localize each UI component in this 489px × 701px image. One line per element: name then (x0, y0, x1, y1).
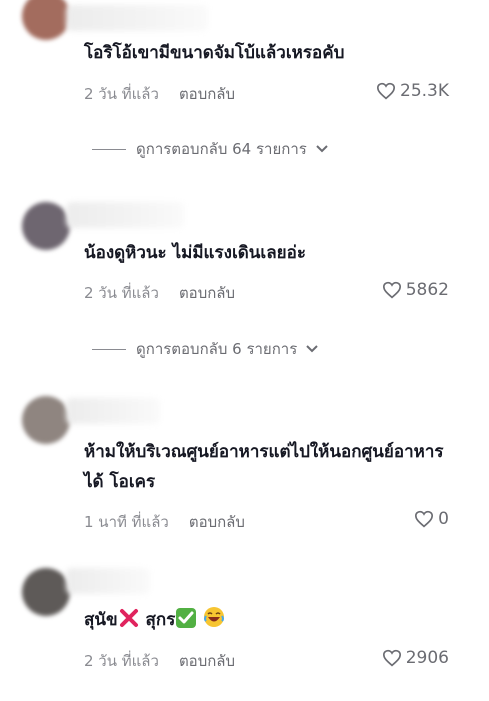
like-button[interactable]: 0 (414, 509, 449, 529)
comment-text: น้องดูหิวนะ ไม่มีแรงเดินเลยอ่ะ (84, 243, 306, 263)
view-replies-button[interactable]: ดูการตอบกลับ 6 รายการ (92, 337, 319, 361)
heart-icon (376, 82, 396, 100)
avatar[interactable] (22, 202, 70, 250)
laughing-face-icon (204, 607, 225, 627)
comment-text-part: สุกร (139, 610, 176, 630)
username-blurred[interactable] (66, 202, 184, 228)
cross-mark-icon (119, 609, 138, 627)
username-blurred[interactable] (66, 5, 208, 31)
view-replies-label: ดูการตอบกลับ 64 รายการ (136, 140, 307, 158)
view-replies-label: ดูการตอบกลับ 6 รายการ (136, 340, 298, 358)
comment-text: ห้ามให้บริเวณศูนย์อาหารแต่ไปให้นอกศูนย์อ… (84, 442, 444, 492)
comment-text: สุนัข สุกร (84, 605, 464, 635)
comment-meta: 1 นาที ที่แล้ว ตอบกลับ (84, 510, 245, 534)
view-replies-button[interactable]: ดูการตอบกลับ 64 รายการ (92, 137, 329, 161)
comment-meta: 2 วัน ที่แล้ว ตอบกลับ (84, 281, 235, 305)
like-button[interactable]: 2906 (382, 648, 449, 668)
like-button[interactable]: 25.3K (376, 81, 449, 101)
reply-button[interactable]: ตอบกลับ (179, 82, 235, 106)
comment-meta: 2 วัน ที่แล้ว ตอบกลับ (84, 649, 235, 673)
chevron-down-icon (306, 345, 318, 353)
reply-button[interactable]: ตอบกลับ (179, 281, 235, 305)
comment-text-part: สุนัข (84, 610, 118, 630)
like-count: 2906 (405, 648, 449, 668)
chevron-down-icon (316, 145, 328, 153)
comment-time: 2 วัน ที่แล้ว (84, 284, 159, 302)
heart-icon (415, 510, 434, 528)
username-blurred[interactable] (66, 398, 160, 424)
comment-time: 2 วัน ที่แล้ว (84, 652, 159, 670)
divider-line (92, 348, 126, 350)
divider-line (92, 148, 126, 150)
comment-time: 2 วัน ที่แล้ว (84, 85, 159, 103)
heart-icon (382, 281, 401, 299)
like-count: 25.3K (400, 81, 449, 101)
comment-text: โอริโอ้เขามีขนาดจัมโบ้แล้วเหรอคับ (84, 43, 345, 63)
like-count: 5862 (405, 280, 449, 300)
comment-time: 1 นาที ที่แล้ว (84, 513, 169, 531)
avatar[interactable] (22, 568, 70, 616)
comment-meta: 2 วัน ที่แล้ว ตอบกลับ (84, 82, 235, 106)
heart-icon (382, 649, 401, 667)
like-button[interactable]: 5862 (382, 280, 449, 300)
check-mark-icon (176, 608, 197, 628)
reply-button[interactable]: ตอบกลับ (179, 649, 235, 673)
avatar[interactable] (22, 396, 70, 444)
reply-button[interactable]: ตอบกลับ (189, 510, 245, 534)
avatar[interactable] (22, 0, 70, 40)
username-blurred[interactable] (66, 568, 150, 594)
like-count: 0 (438, 509, 449, 529)
